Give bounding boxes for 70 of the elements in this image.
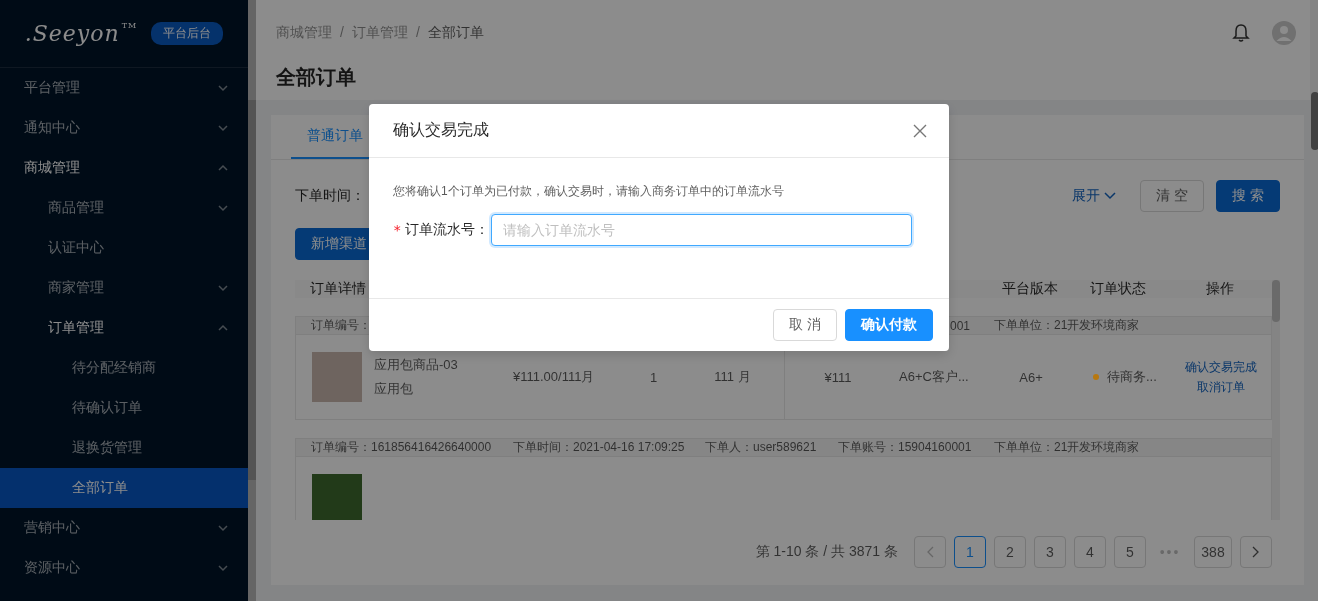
chevron-left-icon — [926, 546, 934, 558]
product-type: 应用包 — [374, 380, 414, 398]
clear-button[interactable]: 清 空 — [1140, 180, 1205, 212]
action-link[interactable]: 取消订单 — [1197, 378, 1245, 396]
order-info: 001 — [949, 318, 970, 333]
sidebar-item[interactable]: 营销中心 — [0, 508, 248, 548]
photo-placeholder — [312, 474, 362, 520]
sidebar-item[interactable]: 商家管理 — [0, 268, 248, 308]
breadcrumb-current: 全部订单 — [427, 24, 484, 42]
page-button[interactable]: 1 — [954, 536, 986, 568]
order-info: 下单账号：15904160001 — [838, 440, 972, 454]
filter-label: 下单时间： — [295, 187, 365, 205]
sidebar-item[interactable]: 通知中心 — [0, 108, 248, 148]
action-link[interactable]: 确认交易完成 — [1185, 358, 1257, 376]
dialog-message: 您将确认1个订单为已付款，确认交易时，请输入商务订单中的订单流水号 — [393, 183, 785, 200]
sidebar-item[interactable]: 全部订单 — [0, 468, 248, 508]
product-name: 应用包商品-03 — [374, 356, 458, 374]
column-header: 操作 — [1205, 280, 1235, 298]
page-button[interactable]: 3 — [1034, 536, 1066, 568]
chevron-down-icon — [1104, 192, 1117, 200]
page-button[interactable]: 388 — [1194, 536, 1232, 568]
sidebar-item[interactable]: 资源中心 — [0, 548, 248, 588]
order-info: 下单时间：2021-04-16 17:09:25 — [513, 440, 685, 454]
close-icon — [913, 123, 927, 138]
pagination-summary: 第 1-10 条 / 共 3871 条 — [755, 543, 898, 561]
column-header: 订单状态 — [1088, 280, 1147, 298]
avatar-icon — [1272, 21, 1296, 45]
column-header: 平台版本 — [1001, 280, 1059, 298]
page-title: 全部订单 — [276, 65, 357, 90]
previous-page-button[interactable] — [914, 536, 946, 568]
column-header: 订单详情 — [309, 280, 367, 298]
expand-link[interactable]: 展开 — [1072, 187, 1117, 205]
dialog-title: 确认交易完成 — [393, 120, 489, 140]
table-cell-text: ¥111.00/111月 — [512, 368, 596, 386]
platform-badge: 平台后台 — [151, 22, 224, 45]
table-cell-text: 1 — [648, 369, 659, 385]
next-page-button[interactable] — [1240, 536, 1272, 568]
table-cell-text: 111 月 — [713, 368, 752, 386]
sidebar-item[interactable]: 商品管理 — [0, 188, 248, 228]
sidebar-item[interactable]: 待确认订单 — [0, 388, 248, 428]
sidebar-item[interactable]: 订单管理 — [0, 308, 248, 348]
breadcrumb-separator: / — [340, 24, 344, 42]
sidebar-item[interactable]: 待分配经销商 — [0, 348, 248, 388]
order-info: 下单人：user589621 — [705, 440, 817, 454]
page-button[interactable]: 4 — [1074, 536, 1106, 568]
order-info: 下单单位：21开发环境商家 — [994, 318, 1140, 332]
sidebar-item[interactable]: 商城管理 — [0, 148, 248, 188]
status-text: 待商务... — [1107, 368, 1157, 386]
search-button[interactable]: 搜 索 — [1216, 180, 1280, 212]
breadcrumb-separator: / — [415, 24, 420, 42]
chevron-right-icon — [1252, 546, 1260, 558]
cancel-button[interactable]: 取 消 — [773, 309, 837, 341]
serial-number-field[interactable]: 请输入订单流水号 — [491, 214, 913, 246]
confirm-payment-button[interactable]: 确认付款 — [845, 309, 933, 341]
page-button[interactable]: 5 — [1114, 536, 1146, 568]
sidebar-item[interactable]: 退换货管理 — [0, 428, 248, 468]
order-info: 订单编号： — [311, 318, 371, 332]
bell-icon — [1232, 23, 1250, 43]
order-info: 订单编号：161856416426640000 — [311, 440, 492, 454]
required-mark: * — [393, 222, 402, 238]
table-cell: ¥111 — [824, 369, 852, 385]
sidebar-item[interactable]: 认证中心 — [0, 228, 248, 268]
page-button[interactable]: 2 — [994, 536, 1026, 568]
sidebar-item[interactable]: 平台管理 — [0, 68, 248, 108]
pagination-ellipsis: ••• — [1158, 544, 1182, 560]
order-info: 下单单位：21开发环境商家 — [994, 440, 1140, 454]
field-label: 订单流水号： — [405, 221, 490, 239]
table-cell-text: A6+ — [1018, 369, 1044, 385]
photo-placeholder — [312, 352, 362, 402]
table-cell-text: A6+C客户... — [898, 368, 970, 386]
